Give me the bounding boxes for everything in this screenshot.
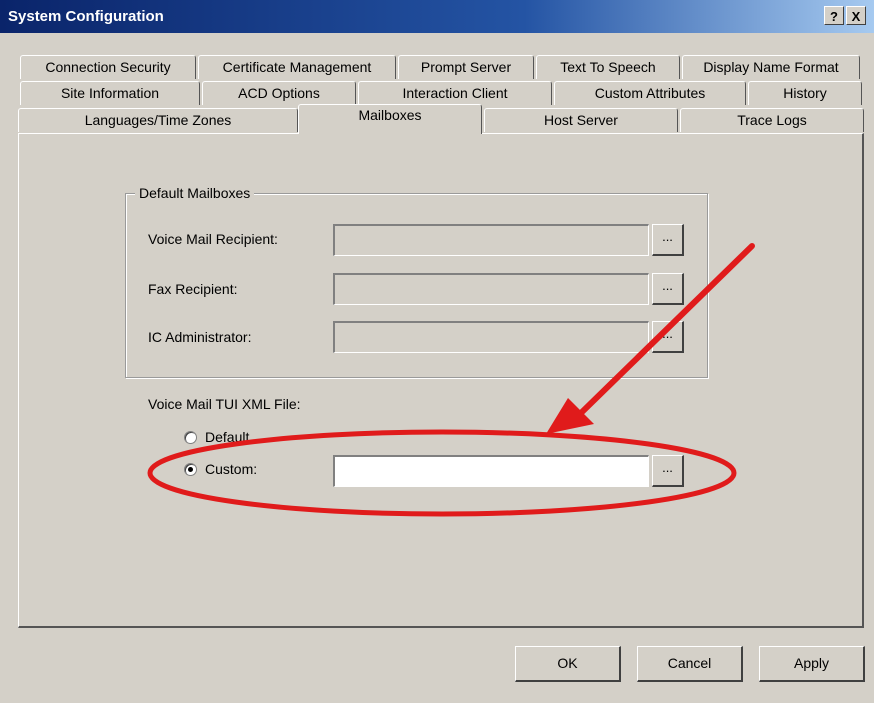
custom-radio-label: Custom:	[205, 461, 258, 477]
voice-mail-recipient-field	[333, 224, 649, 256]
close-button[interactable]: X	[846, 6, 866, 25]
fax-recipient-field	[333, 273, 649, 305]
tab-languages-time-zones[interactable]: Languages/Time Zones	[18, 108, 298, 132]
title-bar: System Configuration ? X	[0, 0, 874, 33]
default-mailboxes-label: Default Mailboxes	[135, 185, 255, 201]
apply-button[interactable]: Apply	[759, 646, 865, 682]
tab-site-information[interactable]: Site Information	[20, 81, 200, 105]
voice-mail-recipient-label: Voice Mail Recipient:	[148, 231, 278, 247]
fax-recipient-browse-button[interactable]: ...	[652, 273, 684, 305]
custom-tui-file-browse-button[interactable]: ...	[652, 455, 684, 487]
tab-trace-logs[interactable]: Trace Logs	[680, 108, 864, 132]
ic-administrator-label: IC Administrator:	[148, 329, 252, 345]
voice-mail-recipient-browse-button[interactable]: ...	[652, 224, 684, 256]
tab-acd-options[interactable]: ACD Options	[202, 81, 356, 105]
help-button[interactable]: ?	[824, 6, 844, 25]
fax-recipient-label: Fax Recipient:	[148, 281, 238, 297]
tab-certificate-management[interactable]: Certificate Management	[198, 55, 396, 79]
custom-tui-file-input[interactable]	[333, 455, 649, 487]
default-radio[interactable]	[184, 431, 197, 444]
custom-radio[interactable]	[184, 463, 197, 476]
tab-connection-security[interactable]: Connection Security	[20, 55, 196, 79]
ic-administrator-field	[333, 321, 649, 353]
tui-xml-file-label: Voice Mail TUI XML File:	[148, 396, 301, 412]
window-title: System Configuration	[8, 8, 164, 25]
tab-mailboxes[interactable]: Mailboxes	[298, 104, 482, 134]
tab-interaction-client[interactable]: Interaction Client	[358, 81, 552, 105]
ic-administrator-browse-button[interactable]: ...	[652, 321, 684, 353]
ok-button[interactable]: OK	[515, 646, 621, 682]
tab-display-name-format[interactable]: Display Name Format	[682, 55, 860, 79]
tab-history[interactable]: History	[748, 81, 862, 105]
tab-text-to-speech[interactable]: Text To Speech	[536, 55, 680, 79]
tab-custom-attributes[interactable]: Custom Attributes	[554, 81, 746, 105]
tab-host-server[interactable]: Host Server	[484, 108, 678, 132]
tab-prompt-server[interactable]: Prompt Server	[398, 55, 534, 79]
default-radio-label: Default	[205, 429, 250, 445]
cancel-button[interactable]: Cancel	[637, 646, 743, 682]
